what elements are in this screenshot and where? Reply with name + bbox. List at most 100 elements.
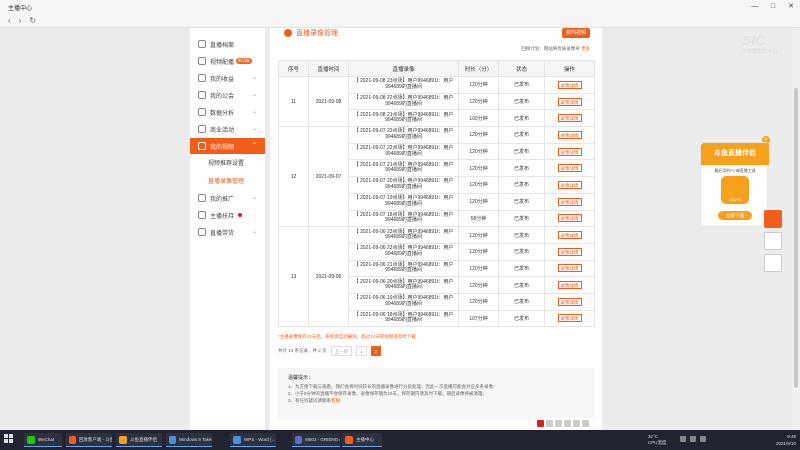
- sidebar-item-2[interactable]: 我的收益 ⌄: [190, 70, 265, 86]
- ime-mic-icon[interactable]: [564, 419, 571, 427]
- recording-link[interactable]: 【 2021-09-06 19点场】用户9946891t：用户994689的直播…: [348, 292, 459, 311]
- watermark-logo: SIC: [742, 32, 766, 48]
- recording-detail-button[interactable]: 录像详情: [557, 247, 582, 256]
- cell-action: 录像详情: [544, 276, 595, 294]
- pager-total: 共计 13 条记录，共 2 页: [278, 348, 327, 353]
- recording-detail-button[interactable]: 录像详情: [557, 164, 582, 173]
- cell-duration: 107分钟: [458, 309, 499, 328]
- recording-link[interactable]: 【 2021-09-07 18点场】用户9946891t：用户994689的直播…: [348, 209, 459, 228]
- ime-settings-icon[interactable]: [582, 419, 589, 427]
- companion-ad[interactable]: 斗鱼直播伴侣 最好用的PC端直播工具 DOUYU 立即下载: [700, 142, 769, 227]
- recording-link[interactable]: 【 2021-09-08 22点场】用户9946891t：用户994689的直播…: [348, 92, 459, 111]
- recording-detail-button[interactable]: 录像详情: [557, 297, 582, 306]
- recording-link[interactable]: 【 2021-09-07 20点场】用户9946891t：用户994689的直播…: [348, 176, 459, 194]
- ad-subtitle: 最好用的PC端直播工具: [714, 168, 756, 173]
- recording-link[interactable]: 【 2021-09-07 23点场】用户9946891t：用户994689的直播…: [348, 126, 459, 144]
- recording-detail-button[interactable]: 录像详情: [557, 197, 582, 206]
- sidebar-item-9[interactable]: 直播带货 ⌄: [190, 224, 265, 240]
- refresh-icon[interactable]: ↻: [29, 16, 36, 25]
- recording-detail-button[interactable]: 录像详情: [557, 314, 582, 323]
- sidebar-item-7[interactable]: 我的推广 ⌄: [190, 190, 265, 206]
- minimize-button[interactable]: —: [746, 0, 764, 14]
- review-plan-note: 回顾计划：网站将优质录像导 更多: [521, 46, 590, 51]
- sidebar-subitem-1[interactable]: 直播录像管理: [208, 176, 244, 185]
- col-duration: 时长（分）: [458, 60, 499, 77]
- recording-detail-button[interactable]: 录像详情: [557, 214, 582, 223]
- taskbar-app-4[interactable]: WPS - Word (...: [230, 433, 276, 447]
- page-scrollbar[interactable]: [792, 28, 800, 430]
- cell-status: 已发布: [498, 192, 545, 211]
- sidebar-item-1[interactable]: 视频配播 新功能: [190, 53, 265, 69]
- scrollbar-thumb[interactable]: [794, 88, 798, 388]
- ime-keyboard-icon[interactable]: [573, 419, 580, 427]
- ime-mode-icon[interactable]: [546, 419, 553, 427]
- play-icon[interactable]: [764, 210, 782, 228]
- maximize-button[interactable]: □: [764, 0, 782, 14]
- title-bar: 主播中心 — □ ✕: [0, 0, 800, 14]
- windows-start-icon[interactable]: [4, 434, 14, 444]
- table-row: 11 2021-09-08 【 2021-09-08 23点场】用户9946891t…: [278, 75, 595, 128]
- my-video-button[interactable]: 我的视频: [562, 28, 590, 38]
- sidebar-item-8[interactable]: 主播扶持: [190, 207, 265, 223]
- recording-detail-button[interactable]: 录像详情: [557, 180, 582, 189]
- cell-action: 录像详情: [544, 109, 595, 128]
- taskbar-app-6[interactable]: 主播中心: [342, 433, 382, 447]
- back-icon[interactable]: ‹: [8, 16, 11, 25]
- sidebar-item-label: 我的公会: [210, 93, 235, 100]
- recording-link[interactable]: 【 2021-09-06 18点场】用户9946891t：用户994689的直播…: [348, 309, 459, 328]
- recording-link[interactable]: 【 2021-09-07 19点场】用户9946891t：用户994689的直播…: [348, 192, 459, 211]
- chevron-icon: ⌄: [251, 75, 257, 81]
- volume-icon[interactable]: [690, 436, 696, 442]
- taskbar-app-2[interactable]: 斗鱼直播伴侣: [116, 433, 162, 447]
- home-icon[interactable]: [764, 232, 782, 250]
- clock[interactable]: 9:48 2021/9/10: [760, 433, 796, 447]
- recording-detail-button[interactable]: 录像详情: [557, 80, 582, 89]
- recording-detail-button[interactable]: 录像详情: [557, 130, 582, 139]
- recording-link[interactable]: 【 2021-09-07 21点场】用户9946891t：用户994689的直播…: [348, 159, 459, 178]
- apps-icon[interactable]: [764, 254, 782, 272]
- recording-link[interactable]: 【 2021-09-06 20点场】用户9946891t：用户994689的直播…: [348, 276, 459, 294]
- page-1-button[interactable]: 1: [356, 346, 367, 356]
- sogou-icon[interactable]: [537, 419, 544, 427]
- sidebar-item-5[interactable]: 商业活动 ⌄: [190, 121, 265, 137]
- recording-link[interactable]: 【 2021-09-08 23点场】用户9946891t：用户994689的直播…: [348, 76, 459, 94]
- chevron-icon: ⌄: [251, 109, 257, 115]
- recording-link[interactable]: 【 2021-09-06 23点场】用户9946891t：用户994689的直播…: [348, 226, 459, 244]
- prev-page-button[interactable]: 上一页: [330, 346, 353, 356]
- recording-detail-button[interactable]: 录像详情: [557, 114, 582, 123]
- page-2-button[interactable]: 2: [370, 346, 382, 356]
- recording-detail-button[interactable]: 录像详情: [557, 231, 582, 240]
- more-link[interactable]: 更多: [581, 46, 590, 51]
- recording-link[interactable]: 【 2021-09-07 22点场】用户9946891t：用户994689的直播…: [348, 142, 459, 161]
- customer-service-link[interactable]: 客服: [331, 398, 340, 403]
- recording-link[interactable]: 【 2021-09-06 22点场】用户9946891t：用户994689的直播…: [348, 242, 459, 261]
- close-button[interactable]: ✕: [782, 0, 800, 14]
- ad-download-button[interactable]: 立即下载: [718, 211, 752, 220]
- sidebar-item-label: 商业活动: [210, 127, 235, 134]
- tips-title: 温馨提示：: [288, 375, 314, 381]
- ime-punct-icon[interactable]: [555, 419, 562, 427]
- recording-detail-button[interactable]: 录像详情: [557, 264, 582, 273]
- taskbar-app-1[interactable]: 回放客户端 - 斗鱼...: [66, 433, 112, 447]
- sidebar-subitem-0[interactable]: 视频推荐设置: [208, 158, 244, 167]
- taskbar-app-label: Windows 8 Takes...: [178, 437, 212, 442]
- sidebar-item-6[interactable]: 我的视频 ⌃: [190, 138, 265, 154]
- network-icon[interactable]: [680, 436, 686, 442]
- window-title: 主播中心: [8, 5, 33, 12]
- retention-footnote: *主播录像保存15天后，系统会自动删除，超过14天的视频请及时下载: [278, 334, 416, 339]
- sidebar-item-0[interactable]: 直播档案: [190, 36, 265, 52]
- forward-icon[interactable]: ›: [19, 16, 22, 25]
- taskbar-app-5[interactable]: M603 - GRIENO (...: [292, 433, 340, 447]
- recording-detail-button[interactable]: 录像详情: [557, 97, 582, 106]
- recording-detail-button[interactable]: 录像详情: [557, 147, 582, 156]
- sidebar-item-3[interactable]: 我的公会 ⌄: [190, 87, 265, 103]
- taskbar-app-3[interactable]: Windows 8 Takes...: [166, 433, 212, 447]
- sidebar-item-4[interactable]: 数据分析 ⌄: [190, 104, 265, 120]
- recording-link[interactable]: 【 2021-09-08 21点场】用户9946891t：用户994689的直播…: [348, 109, 459, 128]
- sidebar-item-icon: [198, 211, 206, 219]
- recording-detail-button[interactable]: 录像详情: [557, 281, 582, 290]
- language-icon[interactable]: [700, 436, 706, 442]
- recording-link[interactable]: 【 2021-09-06 21点场】用户9946891t：用户994689的直播…: [348, 259, 459, 278]
- taskbar-app-0[interactable]: WeChat: [24, 433, 62, 447]
- sidebar-item-icon: [198, 40, 206, 48]
